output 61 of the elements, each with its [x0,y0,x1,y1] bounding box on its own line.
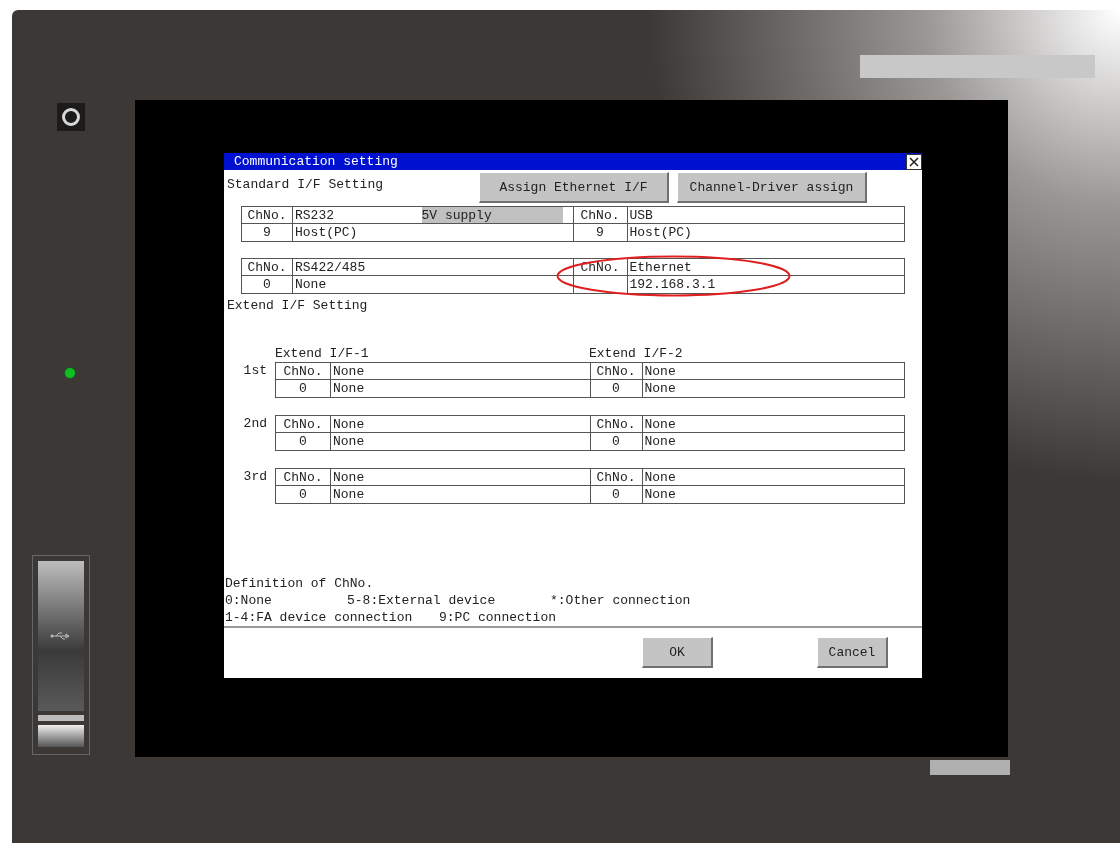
definition-text: 5-8:External device [347,592,497,609]
port-name: USB [629,207,653,223]
port-value: Host(PC) [294,224,359,241]
column-header: ChNo. [242,207,293,223]
port-name: None [333,469,365,485]
column-header: ChNo. [590,363,643,379]
dialog-button[interactable]: Assign Ethernet I/F [479,172,669,203]
channel-number: 0 [242,276,293,293]
row-label: 1st [242,362,268,380]
window-title: Communication setting [234,153,398,170]
port-value: None [643,380,677,397]
channel-number: 9 [573,224,628,241]
column-header: ChNo. [573,207,628,223]
port-name: None [644,363,676,379]
channel-number: 0 [276,486,331,503]
port-value: None [332,380,366,397]
close-icon[interactable] [906,153,922,170]
section-label: Extend I/F Setting [226,297,369,314]
column-header: ChNo. [276,469,331,485]
port-name: RS232 [295,207,334,223]
port-name: Ethernet [629,259,692,275]
power-button-icon[interactable] [57,103,85,131]
channel-number: 0 [276,433,331,450]
channel-number: 0 [590,486,643,503]
column-header: ChNo. [590,469,643,485]
column-header: ChNo. [276,363,331,379]
port-name: None [644,416,676,432]
channel-number: 9 [242,224,293,241]
port-value: 192.168.3.1 [628,276,717,293]
definition-text: 9:PC connection [439,609,557,626]
channel-number: 0 [276,380,331,397]
column-title: Extend I/F-2 [589,345,683,362]
column-header: ChNo. [242,259,293,275]
port-value: None [332,486,366,503]
status-led-icon [64,367,76,379]
definition-text: *:Other connection [550,592,691,609]
port-name: None [333,416,365,432]
column-title: Extend I/F-1 [275,345,370,362]
port-name: None [644,469,676,485]
definition-title: Definition of ChNo. [225,575,375,592]
port-value: Host(PC) [628,224,693,241]
column-header: ChNo. [590,416,643,432]
channel-number: 0 [590,380,643,397]
dialog-button[interactable]: Channel-Driver assign [677,172,867,203]
supply-label: 5V supply [421,207,563,223]
channel-number: 0 [590,433,643,450]
row-label: 3rd [242,468,268,486]
dialog-button[interactable]: Cancel [817,637,888,668]
port-value: None [332,433,366,450]
port-name: RS422/485 [295,259,366,275]
port-value: None [294,276,328,293]
column-header: ChNo. [276,416,331,432]
port-value: None [643,433,677,450]
section-label: Standard I/F Setting [227,176,384,193]
port-name: None [333,363,365,379]
definition-text: 1-4:FA device connection [225,609,414,626]
usb-slot-icon [32,555,90,755]
dialog-button[interactable]: OK [642,637,713,668]
row-label: 2nd [242,415,268,433]
definition-text: 0:None [225,592,273,609]
port-value: None [643,486,677,503]
